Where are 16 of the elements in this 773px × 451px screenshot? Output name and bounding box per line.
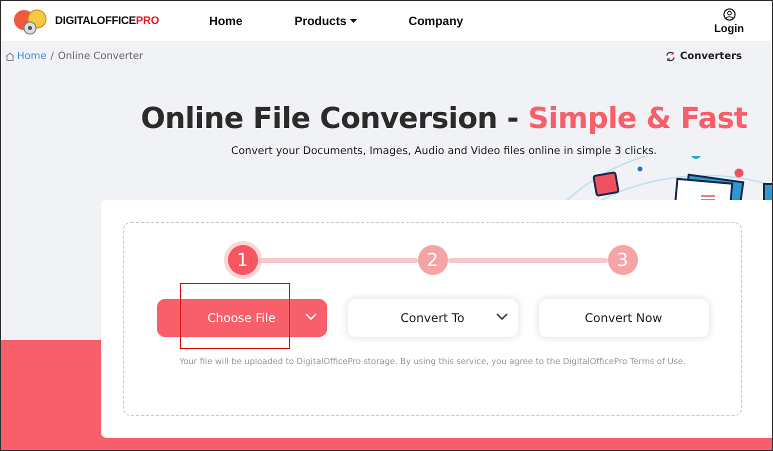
- convert-button[interactable]: Convert Now: [538, 299, 708, 337]
- step-indicator: 3: [608, 245, 638, 275]
- nav-link[interactable]: Home: [209, 14, 243, 28]
- step-indicator: 1: [228, 245, 258, 275]
- brand-name: DIGITALOFFICEPRO: [55, 15, 160, 27]
- breadcrumb-separator: /: [50, 50, 54, 62]
- login-link[interactable]: Login: [714, 8, 744, 34]
- hero-subtitle: Convert your Documents, Images, Audio and Video files online in simple 3 clicks.: [231, 145, 657, 157]
- breadcrumb-current: Online Converter: [58, 50, 144, 62]
- terms-note: Your file will be uploaded to DigitalOfficePro storage. By using this service, you agree to the DigitalOfficePro Terms of Use.: [179, 356, 686, 366]
- nav-link[interactable]: Company: [408, 14, 464, 28]
- convert-to-select[interactable]: Convert To: [348, 299, 518, 337]
- nav-link[interactable]: Products: [294, 14, 357, 28]
- step-indicator: 2: [418, 245, 448, 275]
- converters-link[interactable]: Converters: [664, 50, 742, 62]
- hero-title: Online File Conversion - Simple & Fast: [140, 101, 748, 135]
